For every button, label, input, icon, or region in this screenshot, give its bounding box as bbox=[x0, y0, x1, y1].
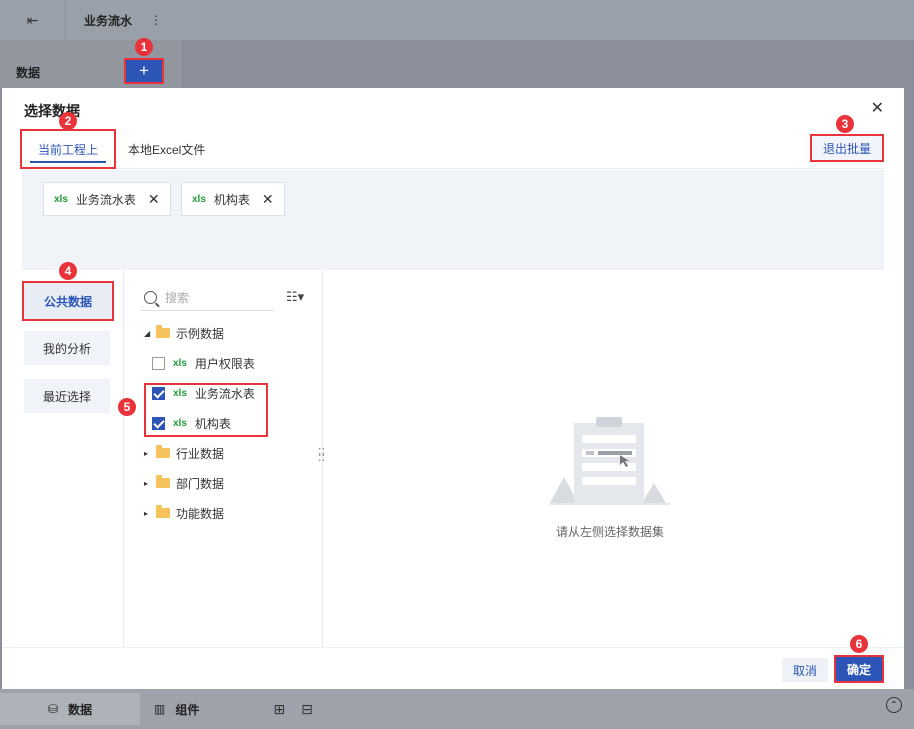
tab-data[interactable]: ⛁ 数据 bbox=[0, 693, 140, 725]
exit-batch-button[interactable]: 退出批量 bbox=[810, 134, 884, 162]
dialog-footer: 取消 确定 bbox=[2, 647, 904, 689]
nav-recent[interactable]: 最近选择 bbox=[24, 379, 110, 413]
chevron-right-icon: ▸ bbox=[144, 508, 149, 518]
folder-icon bbox=[156, 325, 170, 338]
chevron-right-icon: ▸ bbox=[144, 448, 149, 458]
chevron-down-icon: ◢ bbox=[144, 328, 151, 338]
search-icon bbox=[144, 291, 157, 304]
xls-icon: xls bbox=[54, 193, 68, 205]
bottom-bar: ⛁ 数据 ▥ 组件 ⊞ ⊟ ⌃ bbox=[0, 689, 914, 729]
more-options-icon[interactable]: ⋮ bbox=[150, 13, 162, 27]
add-table-icon[interactable]: ⊟ bbox=[301, 701, 313, 718]
tree-folder[interactable]: ▸ 功能数据 bbox=[144, 503, 224, 523]
folder-label: 行业数据 bbox=[176, 446, 225, 461]
cancel-button[interactable]: 取消 bbox=[782, 658, 828, 682]
xls-icon: xls bbox=[173, 357, 187, 369]
tab-components[interactable]: ▥ 组件 bbox=[140, 693, 213, 725]
exit-icon[interactable]: ⇤ bbox=[0, 0, 66, 40]
folder-icon bbox=[156, 505, 170, 518]
step-badge-4: 4 bbox=[59, 262, 77, 280]
tree-folder-sample[interactable]: ◢ 示例数据 bbox=[144, 323, 224, 343]
tab-components-label: 组件 bbox=[175, 702, 200, 717]
confirm-button[interactable]: 确定 bbox=[834, 655, 884, 683]
step-badge-2: 2 bbox=[59, 112, 77, 130]
tab-local-excel[interactable]: 本地Excel文件 bbox=[128, 129, 205, 169]
folder-label: 功能数据 bbox=[176, 506, 225, 521]
chip-label: 机构表 bbox=[213, 192, 250, 207]
top-toolbar: ⇤ 业务流水 ⋮ bbox=[0, 0, 914, 40]
step-badge-1: 1 bbox=[135, 38, 153, 56]
checkbox[interactable] bbox=[152, 356, 165, 370]
tree-folder[interactable]: ▸ 行业数据 bbox=[144, 443, 224, 463]
tree-item[interactable]: xls 用户权限表 bbox=[152, 353, 255, 373]
select-data-dialog: 选择数据 ✕ 当前工程上 本地Excel文件 退出批量 xls 业务流水表 ✕ … bbox=[2, 88, 904, 689]
add-data-button[interactable]: + bbox=[124, 58, 164, 84]
step-badge-5: 5 bbox=[118, 398, 136, 416]
data-category-nav: 公共数据 我的分析 最近选择 bbox=[22, 271, 124, 647]
chevron-right-icon: ▸ bbox=[144, 478, 149, 488]
folder-label: 部门数据 bbox=[176, 476, 225, 491]
nav-public-data[interactable]: 公共数据 bbox=[22, 281, 114, 321]
step-badge-6: 6 bbox=[850, 635, 868, 653]
selected-chip: xls 机构表 ✕ bbox=[181, 182, 285, 216]
folder-label: 示例数据 bbox=[176, 326, 225, 341]
folder-icon bbox=[156, 445, 170, 458]
chart-icon: ▥ bbox=[154, 702, 166, 716]
folder-icon bbox=[156, 475, 170, 488]
selected-area: xls 业务流水表 ✕ xls 机构表 ✕ bbox=[22, 170, 884, 270]
preview-pane: 请从左侧选择数据集 bbox=[324, 271, 884, 647]
source-tabs: 当前工程上 本地Excel文件 退出批量 bbox=[20, 129, 884, 169]
tab-current-project[interactable]: 当前工程上 bbox=[20, 129, 116, 169]
report-title: 业务流水 bbox=[84, 13, 133, 28]
add-chart-icon[interactable]: ⊞ bbox=[273, 701, 285, 718]
remove-icon[interactable]: ✕ bbox=[148, 191, 160, 208]
filter-icon[interactable]: ☷▾ bbox=[286, 289, 304, 305]
tree-item-label: 用户权限表 bbox=[194, 356, 255, 371]
search-input[interactable]: 搜索 bbox=[140, 285, 274, 311]
close-icon[interactable]: ✕ bbox=[871, 98, 884, 118]
xls-icon: xls bbox=[192, 193, 206, 205]
data-panel-label: 数据 bbox=[16, 66, 41, 80]
canvas-area bbox=[182, 40, 914, 90]
nav-my-analysis[interactable]: 我的分析 bbox=[24, 331, 110, 365]
highlight-box bbox=[144, 383, 268, 437]
collapse-up-icon[interactable]: ⌃ bbox=[886, 697, 902, 713]
selected-chip: xls 业务流水表 ✕ bbox=[43, 182, 171, 216]
step-badge-3: 3 bbox=[836, 115, 854, 133]
data-tree-pane: 搜索 ☷▾ ◢ 示例数据 xls 用户权限表 xls 业务流水表 xls 机构表… bbox=[123, 271, 323, 647]
tab-data-label: 数据 bbox=[68, 702, 93, 717]
chip-label: 业务流水表 bbox=[75, 192, 136, 207]
database-icon: ⛁ bbox=[47, 702, 59, 716]
remove-icon[interactable]: ✕ bbox=[262, 191, 274, 208]
tree-folder[interactable]: ▸ 部门数据 bbox=[144, 473, 224, 493]
empty-hint: 请从左侧选择数据集 bbox=[555, 525, 664, 539]
search-placeholder: 搜索 bbox=[165, 291, 190, 305]
empty-clipboard-icon bbox=[550, 417, 670, 505]
